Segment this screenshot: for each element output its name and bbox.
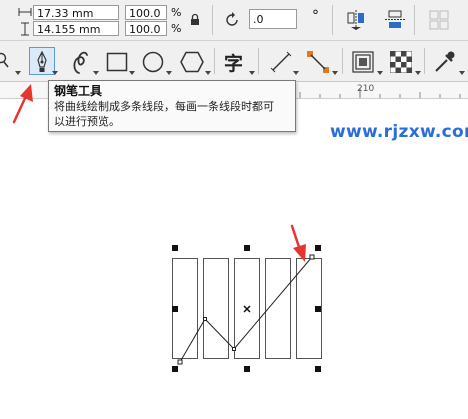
selection-handle [244, 366, 250, 372]
separator [414, 5, 415, 35]
mirror-vertical-icon[interactable] [384, 9, 406, 31]
flyout-triangle [15, 71, 21, 75]
flyout-triangle [249, 71, 255, 75]
path-node [232, 347, 236, 351]
ellipse-tool-icon[interactable] [142, 51, 164, 73]
lock-ratio-icon[interactable] [190, 13, 200, 26]
connector-tool-icon[interactable] [306, 50, 330, 74]
path-node [203, 317, 207, 321]
tooltip-line-1: 将曲线绘制成多条线段，每画一条线段时都可 [54, 100, 274, 113]
scale-x-unit: % [171, 6, 182, 19]
selection-handle [315, 366, 321, 372]
rectangle-tool-icon[interactable] [106, 52, 128, 72]
eyedropper-tool-icon[interactable] [433, 50, 455, 74]
width-field[interactable]: 17.33 mm [33, 5, 119, 20]
flyout-triangle [459, 71, 465, 75]
polygon-tool-icon[interactable] [180, 51, 204, 73]
dimension-tool-icon[interactable] [270, 51, 292, 73]
tooltip-title: 钢笔工具 [54, 84, 103, 98]
red-arrow-icon [290, 224, 306, 262]
text-tool-icon[interactable]: 字 [224, 49, 243, 76]
flyout-triangle [293, 71, 299, 75]
flyout-triangle [93, 71, 99, 75]
tooltip-line-2: 以进行预览。 [54, 115, 120, 128]
scale-x-field[interactable]: 100.0 [125, 5, 167, 20]
degree-unit: ° [312, 8, 319, 24]
rectangle-shape [265, 258, 291, 359]
separator [212, 5, 213, 35]
mirror-horizontal-icon[interactable] [346, 9, 366, 31]
selection-handle [315, 245, 321, 251]
rotate-icon [226, 12, 238, 26]
width-icon [18, 8, 32, 16]
flyout-triangle [415, 71, 421, 75]
selection-handle [172, 245, 178, 251]
ruler-label: 210 [357, 84, 375, 94]
separator [424, 48, 425, 74]
zoom-tool-icon[interactable] [0, 52, 10, 70]
flyout-triangle [377, 71, 383, 75]
height-field[interactable]: 14.155 mm [33, 21, 119, 36]
scale-y-unit: % [171, 22, 182, 35]
red-arrow-icon [12, 84, 33, 124]
selection-handle [172, 306, 178, 312]
watermark: www.rjzxw.com [330, 122, 468, 142]
flyout-triangle [205, 71, 211, 75]
arrange-disabled-icon [429, 10, 449, 30]
separator [258, 48, 259, 74]
flyout-triangle [52, 71, 58, 75]
property-bar: 17.33 mm 14.155 mm 100.0 100.0 % % .0 ° [0, 0, 468, 41]
rectangle-shape [203, 258, 229, 359]
flyout-triangle [129, 71, 135, 75]
flyout-triangle [332, 71, 338, 75]
separator [214, 48, 215, 74]
separator [332, 5, 333, 35]
separator [342, 48, 343, 74]
artistic-media-icon[interactable] [70, 49, 92, 75]
selection-handle [172, 366, 178, 372]
transparency-tool-icon[interactable] [390, 51, 412, 73]
path-node [309, 254, 315, 260]
flyout-triangle [166, 71, 172, 75]
pen-nib-icon [37, 51, 47, 72]
rotation-field[interactable]: .0 [249, 9, 297, 29]
height-icon [21, 22, 29, 36]
selection-handle [244, 245, 250, 251]
tooltip: 钢笔工具 将曲线绘制成多条线段，每画一条线段时都可 以进行预览。 [48, 80, 296, 132]
scale-y-field[interactable]: 100.0 [125, 21, 167, 36]
path-node [177, 359, 183, 365]
drop-shadow-tool-icon[interactable] [352, 51, 374, 73]
selection-handle [315, 306, 321, 312]
